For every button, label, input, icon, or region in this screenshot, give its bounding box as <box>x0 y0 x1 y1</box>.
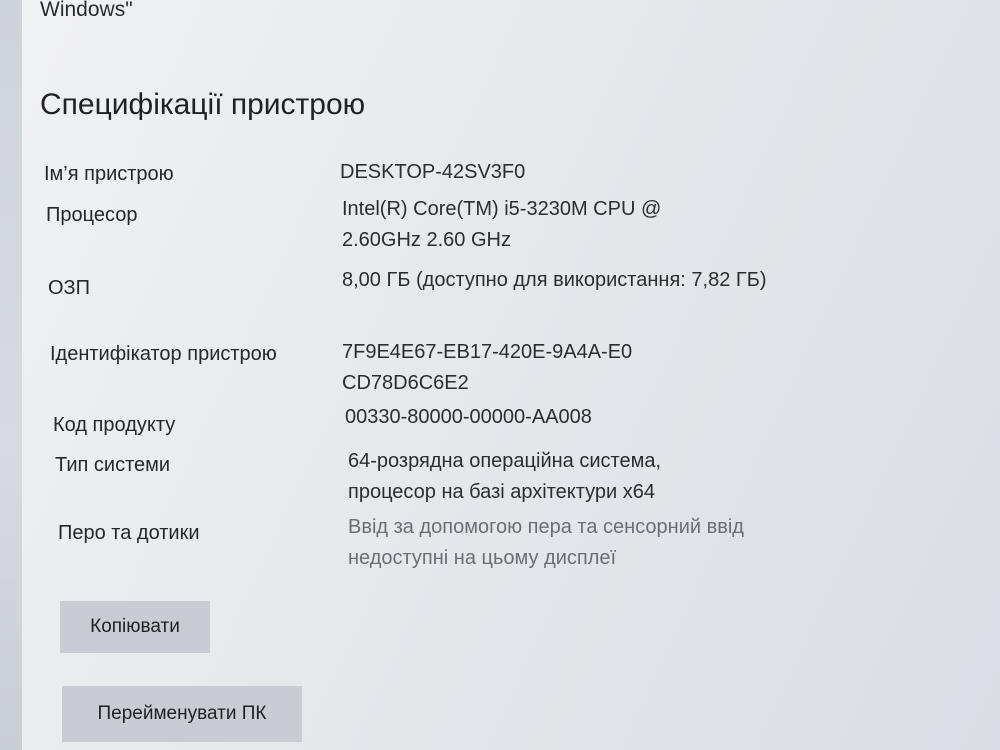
spec-label: Тип системи <box>55 454 171 476</box>
spec-value: Ввід за допомогою пера та сенсорний ввід… <box>348 516 744 569</box>
spec-label: Ідентифікатор пристрою <box>50 343 277 365</box>
device-specs-title: Специфікації пристрою <box>40 88 366 121</box>
spec-value: DESKTOP-42SV3F0 <box>340 161 526 183</box>
spec-label: Код продукту <box>53 414 176 436</box>
spec-value: 7F9E4E67-EB17-420E-9A4A-E0CD78D6C6E2 <box>342 341 633 394</box>
left-edge-panel <box>0 0 22 750</box>
spec-label: Перо та дотики <box>58 522 200 544</box>
copy-button[interactable]: Копіювати <box>60 601 210 653</box>
spec-label: Ім’я пристрою <box>44 163 174 185</box>
rename-pc-button[interactable]: Перейменувати ПК <box>62 686 302 742</box>
spec-value: 00330-80000-00000-AA008 <box>345 406 592 428</box>
window-top-text: Windows" <box>40 0 133 21</box>
spec-value: 64-розрядна операційна система, процесор… <box>348 450 661 503</box>
spec-value: Intel(R) Core(TM) i5-3230M CPU @ 2.60GHz… <box>342 198 662 251</box>
spec-label: ОЗП <box>48 277 91 299</box>
settings-window: Windows" Специфікації пристрою Ім’я прис… <box>0 0 1000 750</box>
spec-value: 8,00 ГБ (доступно для використання: 7,82… <box>342 269 767 291</box>
spec-label: Процесор <box>46 204 138 226</box>
